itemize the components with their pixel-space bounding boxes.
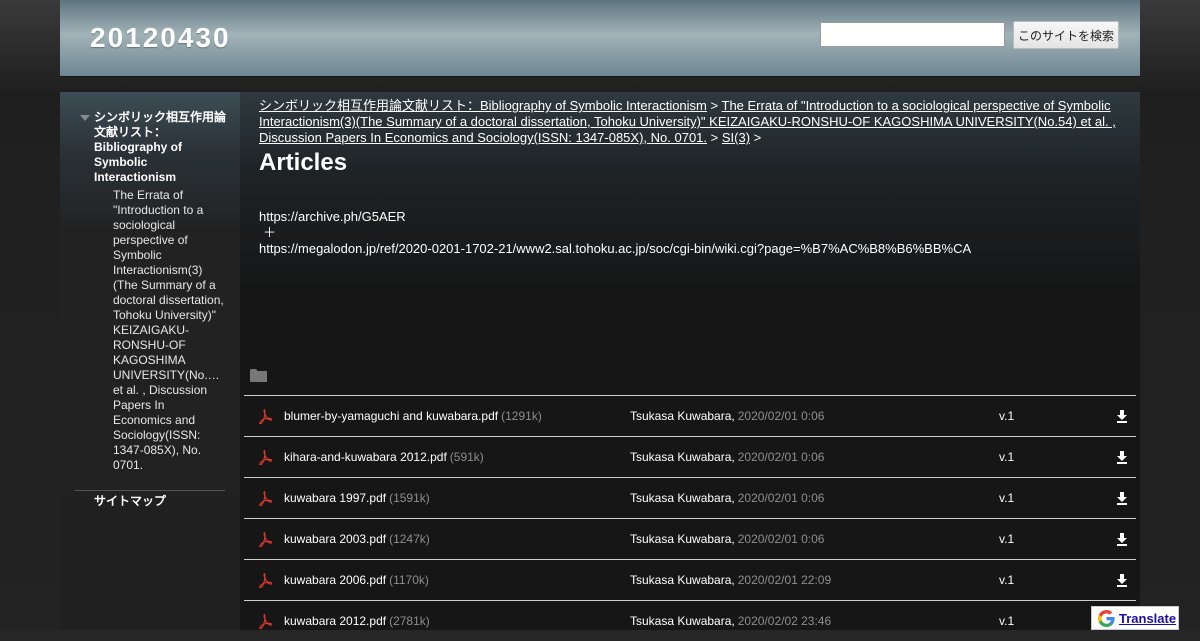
table-row: kuwabara 2006.pdf (1170k) Tsukasa Kuwabara… bbox=[244, 559, 1136, 600]
breadcrumb-separator: > bbox=[753, 130, 762, 145]
breadcrumb-link-bibliography[interactable]: シンボリック相互作用論文献リスト：Bibliography of Symboli… bbox=[259, 98, 707, 113]
file-size: (1247k) bbox=[389, 532, 430, 546]
file-date: 2020/02/01 0:06 bbox=[737, 450, 825, 464]
page-title: Articles bbox=[259, 149, 348, 176]
page-body: https://archive.ph/G5AER ＋ https://megal… bbox=[259, 209, 971, 257]
sidebar-item-label[interactable]: シンボリック相互作用論文献リスト：Bibliography of Symboli… bbox=[94, 110, 230, 185]
file-name-link[interactable]: kuwabara 2003.pdf bbox=[284, 532, 386, 546]
google-translate-widget[interactable]: Translate bbox=[1091, 606, 1179, 630]
translate-link[interactable]: Translate bbox=[1119, 611, 1176, 626]
file-date: 2020/02/01 0:06 bbox=[737, 532, 825, 546]
folder-icon bbox=[250, 369, 267, 382]
file-version-link[interactable]: v.1 bbox=[999, 491, 1014, 505]
file-name-link[interactable]: kuwabara 1997.pdf bbox=[284, 491, 386, 505]
sidebar-divider bbox=[75, 490, 225, 491]
file-date: 2020/02/01 0:06 bbox=[737, 491, 825, 505]
download-arrow-icon[interactable] bbox=[1116, 492, 1128, 505]
search-button[interactable]: このサイトを検索 bbox=[1013, 21, 1119, 49]
breadcrumb-link-si3[interactable]: SI(3) bbox=[722, 130, 750, 145]
table-row: blumer-by-yamaguchi and kuwabara.pdf (129… bbox=[244, 395, 1136, 436]
file-name-link[interactable]: kuwabara 2006.pdf bbox=[284, 573, 386, 587]
file-size: (2781k) bbox=[389, 614, 430, 628]
file-version-link[interactable]: v.1 bbox=[999, 614, 1014, 628]
main-content: シンボリック相互作用論文献リスト：Bibliography of Symboli… bbox=[240, 92, 1140, 630]
file-author: Tsukasa Kuwabara, bbox=[630, 573, 735, 587]
table-row: kuwabara 2003.pdf (1247k) Tsukasa Kuwabara… bbox=[244, 518, 1136, 559]
pdf-icon bbox=[259, 613, 273, 629]
breadcrumb: シンボリック相互作用論文献リスト：Bibliography of Symboli… bbox=[259, 98, 1125, 146]
table-row: kuwabara 1997.pdf (1591k) Tsukasa Kuwabara… bbox=[244, 477, 1136, 518]
table-row: kuwabara 2012.pdf (2781k) Tsukasa Kuwabara… bbox=[244, 600, 1136, 641]
file-author: Tsukasa Kuwabara, bbox=[630, 532, 735, 546]
site-title[interactable]: 20120430 bbox=[90, 22, 231, 54]
pdf-icon bbox=[259, 449, 273, 465]
download-arrow-icon[interactable] bbox=[1116, 451, 1128, 464]
breadcrumb-separator: > bbox=[710, 98, 719, 113]
file-size: (1170k) bbox=[389, 573, 429, 587]
expand-arrow-icon[interactable] bbox=[80, 115, 90, 121]
pdf-icon bbox=[259, 572, 273, 588]
plus-separator: ＋ bbox=[263, 225, 277, 240]
file-date: 2020/02/01 22:09 bbox=[737, 573, 832, 587]
sidebar-item-sitemap[interactable]: サイトマップ bbox=[94, 492, 166, 509]
file-date: 2020/02/02 23:46 bbox=[737, 614, 832, 628]
megalodon-url: https://megalodon.jp/ref/2020-0201-1702-… bbox=[259, 241, 972, 256]
file-version-link[interactable]: v.1 bbox=[999, 532, 1014, 546]
attachments-table: blumer-by-yamaguchi and kuwabara.pdf (129… bbox=[244, 395, 1136, 641]
file-name-link[interactable]: kuwabara 2012.pdf bbox=[284, 614, 386, 628]
search-input[interactable] bbox=[820, 22, 1005, 47]
pdf-icon bbox=[259, 408, 273, 424]
pdf-icon bbox=[259, 531, 273, 547]
file-size: (1591k) bbox=[389, 491, 430, 505]
download-arrow-icon[interactable] bbox=[1116, 574, 1128, 587]
file-size: (591k) bbox=[449, 450, 484, 464]
archive-url: https://archive.ph/G5AER bbox=[259, 209, 406, 224]
sidebar-item-bibliography[interactable]: シンボリック相互作用論文献リスト：Bibliography of Symboli… bbox=[80, 110, 230, 185]
file-name-link[interactable]: kihara-and-kuwabara 2012.pdf bbox=[284, 450, 447, 464]
site-header: 20120430 このサイトを検索 bbox=[60, 0, 1140, 76]
download-arrow-icon[interactable] bbox=[1116, 533, 1128, 546]
pdf-icon bbox=[259, 490, 273, 506]
file-date: 2020/02/01 0:06 bbox=[737, 409, 825, 423]
file-version-link[interactable]: v.1 bbox=[999, 409, 1014, 423]
sidebar: シンボリック相互作用論文献リスト：Bibliography of Symboli… bbox=[60, 92, 240, 630]
file-version-link[interactable]: v.1 bbox=[999, 573, 1014, 587]
sidebar-item-errata[interactable]: The Errata of "Introduction to a sociolo… bbox=[113, 188, 225, 473]
download-arrow-icon[interactable] bbox=[1116, 410, 1128, 423]
file-version-link[interactable]: v.1 bbox=[999, 450, 1014, 464]
file-author: Tsukasa Kuwabara, bbox=[630, 409, 735, 423]
google-g-icon bbox=[1098, 610, 1115, 627]
file-author: Tsukasa Kuwabara, bbox=[630, 491, 735, 505]
file-author: Tsukasa Kuwabara, bbox=[630, 450, 735, 464]
table-row: kihara-and-kuwabara 2012.pdf (591k) Tsukas… bbox=[244, 436, 1136, 477]
breadcrumb-separator: > bbox=[710, 130, 719, 145]
file-size: (1291k) bbox=[501, 409, 542, 423]
file-author: Tsukasa Kuwabara, bbox=[630, 614, 735, 628]
file-name-link[interactable]: blumer-by-yamaguchi and kuwabara.pdf bbox=[284, 409, 498, 423]
